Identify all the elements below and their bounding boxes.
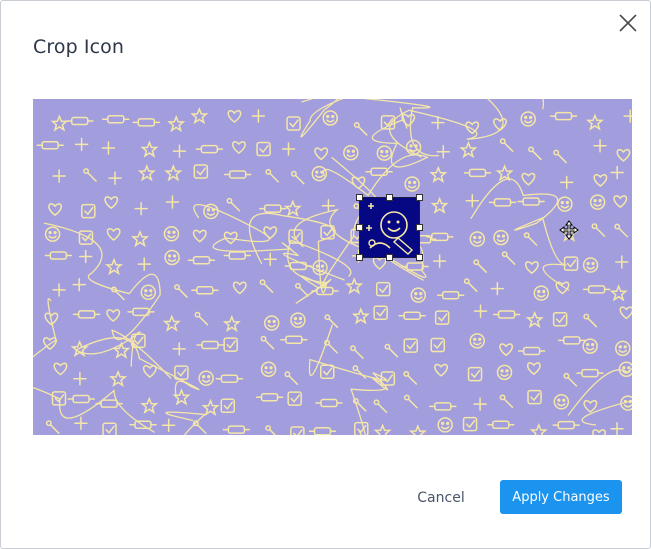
crop-handle-bottom-right[interactable] (416, 254, 423, 261)
smiley-icon (366, 203, 414, 255)
crop-selection[interactable] (356, 194, 423, 261)
crop-handle-bottom[interactable] (386, 254, 393, 261)
close-x-icon (619, 14, 637, 32)
crop-handle-bottom-left[interactable] (356, 254, 363, 261)
crop-handle-top-right[interactable] (416, 194, 423, 201)
dialog-title: Crop Icon (33, 36, 125, 58)
close-button[interactable] (616, 11, 640, 35)
move-cursor-icon (559, 220, 579, 240)
crop-handle-right[interactable] (416, 224, 423, 231)
apply-changes-button[interactable]: Apply Changes (500, 480, 622, 514)
crop-handle-top[interactable] (386, 194, 393, 201)
cancel-button[interactable]: Cancel (405, 481, 477, 514)
crop-icon-dialog: Crop Icon Cancel Apply Changes (0, 0, 651, 549)
image-crop-canvas[interactable] (33, 99, 632, 435)
doodle-pattern-image (33, 99, 632, 435)
crop-handle-top-left[interactable] (356, 194, 363, 201)
crop-handle-left[interactable] (356, 224, 363, 231)
